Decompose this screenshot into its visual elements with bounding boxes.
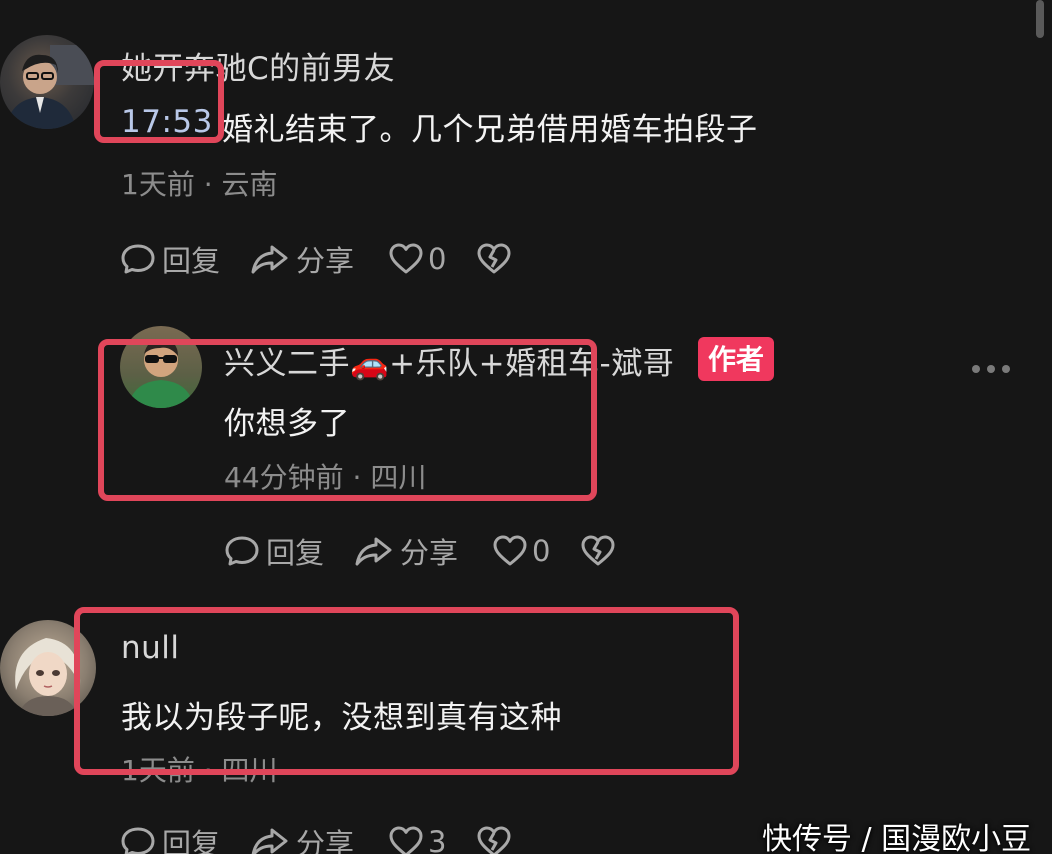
comment-actions: 回复 分享 3	[120, 822, 512, 854]
reply-label: 回复	[162, 827, 221, 854]
avatar[interactable]	[0, 35, 94, 129]
comment-actions: 回复 分享 0	[120, 239, 512, 279]
share-arrow-icon	[251, 828, 288, 854]
share-arrow-icon	[355, 537, 392, 566]
reply-button[interactable]: 回复	[224, 530, 324, 572]
more-dots-icon	[1002, 365, 1010, 373]
comment-bubble-icon	[225, 536, 259, 566]
comment-text: 婚礼结束了。几个兄弟借用婚车拍段子	[222, 112, 758, 148]
dislike-button[interactable]	[580, 533, 616, 569]
heart-icon	[389, 826, 423, 854]
share-arrow-icon	[251, 245, 288, 274]
highlight-box	[98, 339, 597, 501]
heart-icon	[389, 243, 423, 274]
more-dots-icon	[987, 365, 995, 373]
comment-actions: 回复 分享 0	[224, 531, 616, 571]
comment-meta: 1天前 · 云南	[121, 168, 278, 201]
reply-button[interactable]: 回复	[120, 238, 220, 280]
share-button[interactable]: 分享	[250, 238, 354, 280]
reply-label: 回复	[266, 536, 325, 570]
broken-heart-icon	[581, 535, 615, 566]
comment-bubble-icon	[121, 244, 155, 274]
like-button[interactable]: 3	[388, 824, 446, 854]
share-label: 分享	[296, 244, 355, 278]
avatar-person-image	[6, 45, 94, 129]
more-options-button[interactable]	[972, 365, 1010, 373]
highlight-box	[94, 60, 224, 143]
broken-heart-icon	[477, 243, 511, 274]
dislike-button[interactable]	[476, 241, 512, 277]
author-badge: 作者	[698, 337, 775, 381]
like-button[interactable]: 0	[388, 241, 446, 277]
comment-bubble-icon	[121, 827, 155, 854]
share-button[interactable]: 分享	[354, 530, 458, 572]
reply-label: 回复	[162, 244, 221, 278]
broken-heart-icon	[477, 826, 511, 854]
like-count: 0	[428, 242, 447, 276]
highlight-box	[74, 607, 739, 775]
reply-button[interactable]: 回复	[120, 821, 220, 854]
scrollbar[interactable]	[1036, 0, 1044, 38]
share-label: 分享	[296, 827, 355, 854]
dislike-button[interactable]	[476, 824, 512, 854]
like-count: 3	[428, 825, 447, 854]
more-dots-icon	[972, 365, 980, 373]
watermark: 快传号 / 国漫欧小豆	[762, 822, 1032, 854]
heart-icon	[493, 535, 527, 566]
like-button[interactable]: 0	[492, 533, 550, 569]
like-count: 0	[532, 534, 551, 568]
share-label: 分享	[400, 536, 459, 570]
share-button[interactable]: 分享	[250, 821, 354, 854]
